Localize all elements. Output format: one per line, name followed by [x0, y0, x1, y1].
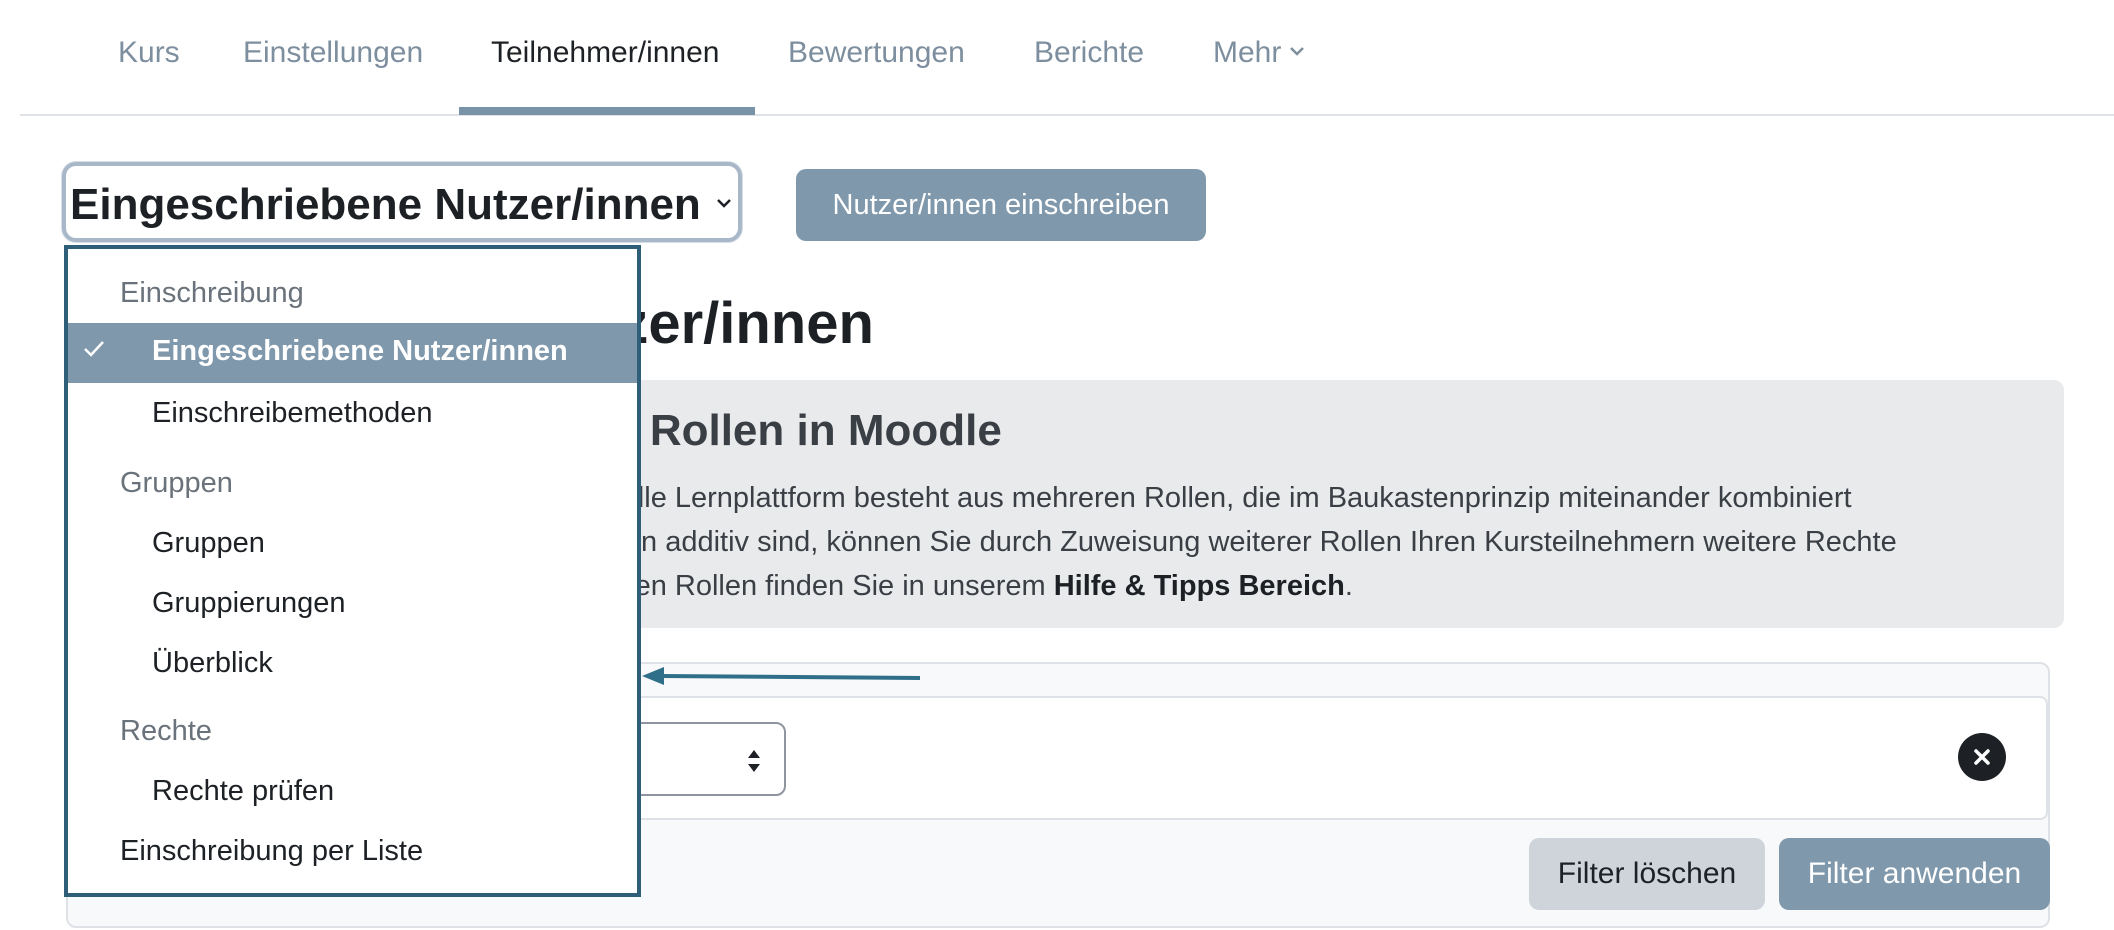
check-icon — [84, 341, 104, 357]
dropdown-item-enrolled-users[interactable]: Eingeschriebene Nutzer/innen — [68, 323, 637, 383]
tab-mehr[interactable]: Mehr — [1213, 36, 1305, 70]
dropdown-header-enrolment: Einschreibung — [120, 277, 304, 309]
dropdown-item-groups[interactable]: Gruppen — [152, 527, 265, 560]
chevron-down-icon — [1290, 47, 1305, 56]
enrol-users-button[interactable]: Nutzer/innen einschreiben — [796, 169, 1206, 241]
help-tips-link[interactable]: Hilfe & Tipps Bereich — [1054, 570, 1345, 602]
participants-dropdown-menu: Einschreibung Eingeschriebene Nutzer/inn… — [64, 245, 641, 897]
dropdown-header-groups: Gruppen — [120, 467, 233, 499]
tab-teilnehmer[interactable]: Teilnehmer/innen — [491, 36, 719, 70]
active-tab-indicator — [459, 107, 755, 115]
dropdown-item-check-rights[interactable]: Rechte prüfen — [152, 775, 334, 808]
clear-filters-button[interactable]: Filter löschen — [1529, 838, 1765, 910]
dropdown-item-groupings[interactable]: Gruppierungen — [152, 587, 345, 620]
annotation-arrow-icon — [642, 667, 921, 685]
chevron-down-icon — [717, 199, 731, 208]
tab-mehr-label: Mehr — [1213, 36, 1282, 69]
tab-bewertungen[interactable]: Bewertungen — [788, 36, 965, 70]
tab-kurs[interactable]: Kurs — [118, 36, 180, 70]
info-line-2: llen additiv sind, können Sie durch Zuwe… — [612, 526, 1897, 558]
tab-berichte[interactable]: Berichte — [1034, 36, 1144, 70]
info-line-1: odle Lernplattform besteht aus mehreren … — [612, 482, 1852, 514]
close-icon — [1974, 749, 1990, 765]
participants-navigation-select[interactable]: Eingeschriebene Nutzer/innen — [62, 162, 742, 242]
secondary-navigation: Kurs Einstellungen Teilnehmer/innen Bewe… — [20, 0, 2114, 116]
sort-updown-icon — [748, 750, 760, 772]
select-current-value: Eingeschriebene Nutzer/innen — [70, 180, 701, 229]
apply-filters-button[interactable]: Filter anwenden — [1779, 838, 2050, 910]
info-line-3-suffix: . — [1344, 570, 1353, 602]
info-line-3-prefix: lnen Rollen finden Sie in unserem — [612, 570, 1054, 602]
info-heading: er Rollen in Moodle — [596, 406, 1002, 455]
dropdown-item-overview[interactable]: Überblick — [152, 647, 273, 680]
dropdown-item-enrolled-users-label: Eingeschriebene Nutzer/innen — [152, 335, 568, 367]
page-title-text: tzer/innen — [600, 291, 874, 356]
dropdown-header-rights: Rechte — [120, 715, 212, 747]
remove-filter-row-button[interactable] — [1958, 733, 2006, 781]
dropdown-item-bulk-enrolment[interactable]: Einschreibung per Liste — [120, 835, 423, 868]
info-text: odle Lernplattform besteht aus mehreren … — [612, 476, 2052, 608]
dropdown-item-enrolment-methods[interactable]: Einschreibemethoden — [152, 397, 433, 430]
tab-einstellungen[interactable]: Einstellungen — [243, 36, 423, 70]
